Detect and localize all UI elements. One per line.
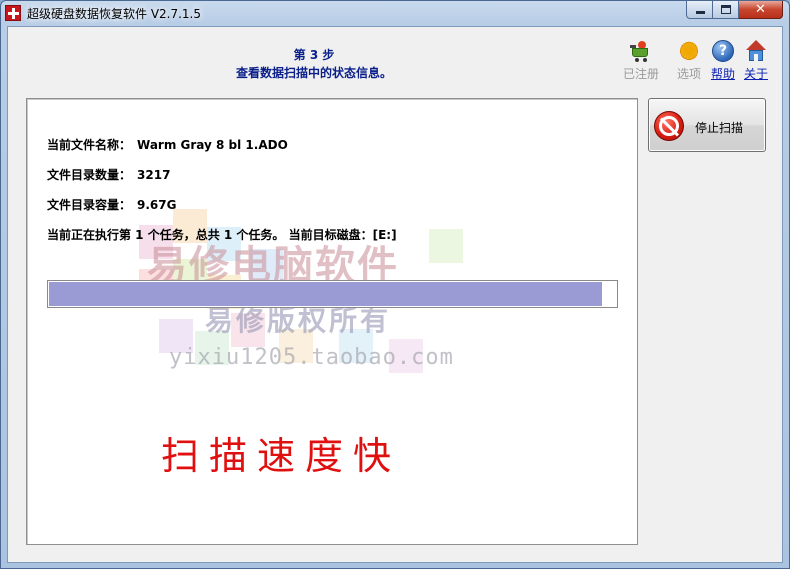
- maximize-button[interactable]: [713, 1, 739, 19]
- maximize-icon: [721, 5, 731, 14]
- minimize-button[interactable]: [686, 1, 713, 19]
- dir-count-value: 3217: [137, 168, 171, 182]
- stop-icon: [654, 111, 684, 141]
- app-window: 超级硬盘数据恢复软件 V2.7.1.5 ✕ 第 3 步 查看数据扫描中的状态信息…: [0, 0, 790, 569]
- dir-count-row: 文件目录数量： 3217: [47, 166, 170, 183]
- task-status: 当前正在执行第 1 个任务，总共 1 个任务。 当前目标磁盘：[E:]: [47, 228, 397, 242]
- stop-scan-label: 停止扫描: [695, 121, 744, 135]
- dir-count-label: 文件目录数量：: [47, 168, 132, 182]
- watermark-url: yixiu1205.taobao.com: [169, 345, 454, 370]
- help-icon: ?: [712, 40, 734, 62]
- stop-scan-button[interactable]: 停止扫描: [648, 98, 766, 152]
- current-file-row: 当前文件名称： Warm Gray 8 bl 1.ADO: [47, 136, 288, 153]
- dir-size-value: 9.67G: [137, 198, 177, 212]
- close-icon: ✕: [755, 2, 766, 17]
- dir-size-label: 文件目录容量：: [47, 198, 132, 212]
- client-area: 第 3 步 查看数据扫描中的状态信息。 已注册 选项 ? 帮助: [7, 26, 783, 563]
- register-tool[interactable]: 已注册: [620, 40, 662, 82]
- dir-size-row: 文件目录容量： 9.67G: [47, 196, 176, 213]
- step-title: 第 3 步: [293, 48, 335, 62]
- step-subtitle: 查看数据扫描中的状态信息。: [235, 66, 392, 80]
- window-title: 超级硬盘数据恢复软件 V2.7.1.5: [27, 7, 202, 21]
- current-file-label: 当前文件名称：: [47, 138, 132, 152]
- register-label: 已注册: [622, 67, 659, 81]
- progress-fill: [49, 282, 602, 306]
- minimize-icon: [696, 11, 705, 14]
- toolbar: 已注册 选项 ? 帮助 关于: [620, 37, 780, 82]
- close-button[interactable]: ✕: [739, 1, 783, 19]
- home-icon: [745, 40, 767, 62]
- scan-progress-bar: [47, 280, 618, 308]
- promo-caption: 扫描速度快: [161, 434, 402, 478]
- about-tool[interactable]: 关于: [735, 40, 777, 82]
- status-panel: 易修电脑软件 易修版权所有 yixiu1205.taobao.com 当前文件名…: [26, 98, 638, 545]
- window-controls: ✕: [686, 1, 783, 19]
- gear-icon: [678, 37, 700, 65]
- app-logo-icon[interactable]: [5, 5, 21, 21]
- title-bar[interactable]: 超级硬盘数据恢复软件 V2.7.1.5 ✕: [1, 1, 789, 27]
- about-link[interactable]: 关于: [735, 65, 777, 82]
- cart-icon: [630, 40, 652, 62]
- current-file-value: Warm Gray 8 bl 1.ADO: [137, 138, 288, 152]
